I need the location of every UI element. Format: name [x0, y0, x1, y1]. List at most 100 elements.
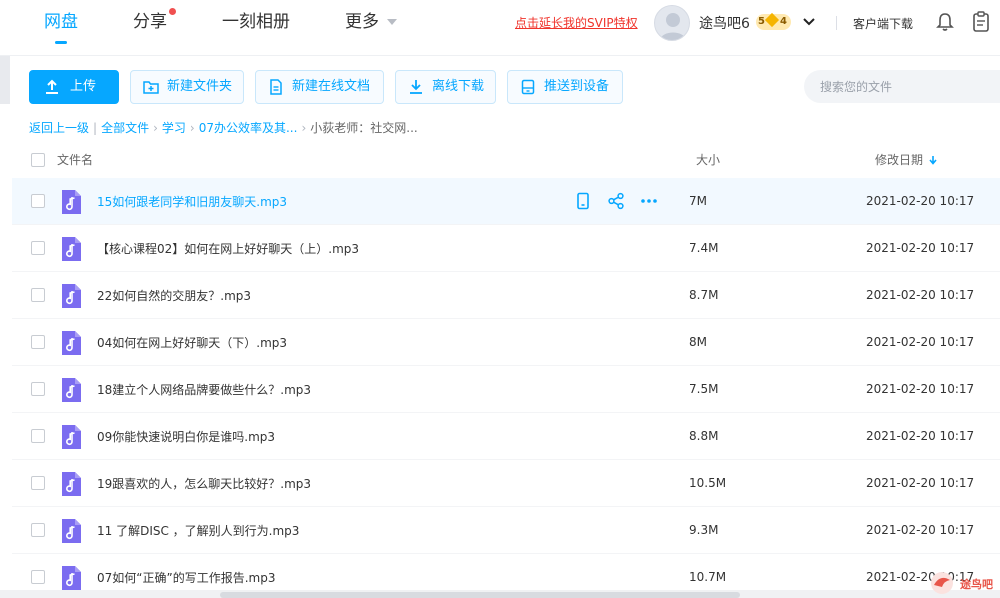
file-date: 2021-02-20 10:17: [866, 335, 975, 349]
notification-dot: [169, 8, 176, 15]
breadcrumb-study[interactable]: 学习: [162, 121, 186, 135]
table-row[interactable]: 22如何自然的交朋友？.mp3 8.7M 2021-02-20 10:17: [12, 272, 1000, 319]
file-name[interactable]: 15如何跟老同学和旧朋友聊天.mp3: [97, 193, 287, 210]
table-header: 文件名 大小 修改日期: [12, 140, 1000, 178]
column-header-name[interactable]: 文件名: [57, 151, 93, 168]
file-name[interactable]: 22如何自然的交朋友？.mp3: [97, 287, 251, 304]
file-size: 8.8M: [689, 429, 719, 443]
file-size: 7.5M: [689, 382, 719, 396]
audio-file-icon: [62, 566, 81, 590]
file-size: 9.3M: [689, 523, 719, 537]
row-checkbox[interactable]: [31, 382, 45, 396]
breadcrumb-back[interactable]: 返回上一级: [29, 121, 89, 135]
breadcrumb-current: 小荻老师：社交网...: [310, 121, 418, 135]
file-date: 2021-02-20 10:17: [866, 241, 975, 255]
breadcrumb: 返回上一级 | 全部文件 › 学习 › 07办公效率及其... › 小荻老师：社交网...: [29, 119, 418, 136]
gem-icon: [764, 12, 780, 28]
upload-label: 上传: [70, 79, 97, 94]
vip-level: 5: [758, 16, 765, 27]
file-name[interactable]: 04如何在网上好好聊天（下）.mp3: [97, 334, 287, 351]
push-device-icon[interactable]: [574, 192, 592, 210]
breadcrumb-divider: ›: [153, 121, 158, 135]
horizontal-scrollbar-thumb[interactable]: [220, 592, 740, 598]
row-checkbox[interactable]: [31, 241, 45, 255]
row-checkbox[interactable]: [31, 523, 45, 537]
file-size: 7.4M: [689, 241, 719, 255]
tab-more[interactable]: 更多: [345, 10, 397, 44]
file-size: 8.7M: [689, 288, 719, 302]
breadcrumb-all-files[interactable]: 全部文件: [101, 121, 149, 135]
table-row[interactable]: 19跟喜欢的人，怎么聊天比较好？.mp3 10.5M 2021-02-20 10…: [12, 460, 1000, 507]
audio-file-icon: [62, 190, 81, 214]
tab-more-label: 更多: [345, 12, 379, 32]
offline-download-button[interactable]: 离线下载: [395, 70, 496, 104]
file-date: 2021-02-20 10:17: [866, 288, 975, 302]
file-name[interactable]: 11 了解DISC ，了解别人到行为.mp3: [97, 522, 299, 539]
file-name[interactable]: 09你能快速说明白你是谁吗.mp3: [97, 428, 275, 445]
file-date: 2021-02-20 10:17: [866, 523, 975, 537]
column-header-size[interactable]: 大小: [696, 151, 720, 168]
table-row[interactable]: 18建立个人网络品牌要做些什么？.mp3 7.5M 2021-02-20 10:…: [12, 366, 1000, 413]
tab-album[interactable]: 一刻相册: [222, 10, 290, 44]
file-date: 2021-02-20 10:17: [866, 476, 975, 490]
column-header-date-label: 修改日期: [875, 153, 924, 167]
audio-file-icon: [62, 284, 81, 308]
file-name[interactable]: 【核心课程02】如何在网上好好聊天（上）.mp3: [97, 240, 359, 257]
document-icon: [270, 79, 282, 95]
watermark-text: 途鸟吧: [960, 578, 993, 591]
column-header-date[interactable]: 修改日期: [875, 151, 938, 168]
file-date: 2021-02-20 10:17: [866, 194, 975, 208]
table-row[interactable]: 09你能快速说明白你是谁吗.mp3 8.8M 2021-02-20 10:17: [12, 413, 1000, 460]
table-row[interactable]: 【核心课程02】如何在网上好好聊天（上）.mp3 7.4M 2021-02-20…: [12, 225, 1000, 272]
tab-netdisk[interactable]: 网盘: [44, 10, 78, 44]
table-row[interactable]: 15如何跟老同学和旧朋友聊天.mp3 7M 2021-02-20 10:17: [12, 178, 1000, 225]
file-size: 8M: [689, 335, 707, 349]
tab-share-label: 分享: [133, 12, 167, 32]
new-online-doc-label: 新建在线文档: [292, 79, 371, 94]
row-checkbox[interactable]: [31, 194, 45, 208]
more-icon[interactable]: [640, 192, 658, 210]
share-icon[interactable]: [607, 192, 625, 210]
new-folder-button[interactable]: 新建文件夹: [130, 70, 244, 104]
vip-level-sub: 4: [779, 16, 787, 27]
row-checkbox[interactable]: [31, 476, 45, 490]
bell-icon[interactable]: [936, 12, 954, 32]
file-list: 15如何跟老同学和旧朋友聊天.mp3 7M 2021-02-20 10:17 【…: [12, 178, 1000, 594]
file-name[interactable]: 18建立个人网络品牌要做些什么？.mp3: [97, 381, 311, 398]
svip-renew-link[interactable]: 点击延长我的SVIP特权: [515, 14, 638, 31]
push-to-device-label: 推送到设备: [544, 79, 610, 94]
new-online-doc-button[interactable]: 新建在线文档: [255, 70, 384, 104]
caret-down-icon: [387, 19, 397, 25]
search-input[interactable]: [804, 70, 1000, 103]
vip-level-badge: 54: [756, 12, 791, 30]
file-size: 10.5M: [689, 476, 727, 490]
upload-icon: [46, 79, 58, 94]
breadcrumb-divider: |: [93, 121, 98, 135]
table-row[interactable]: 04如何在网上好好聊天（下）.mp3 8M 2021-02-20 10:17: [12, 319, 1000, 366]
avatar[interactable]: [654, 5, 690, 41]
push-to-device-button[interactable]: 推送到设备: [507, 70, 623, 104]
breadcrumb-office[interactable]: 07办公效率及其...: [199, 121, 298, 135]
chevron-down-icon[interactable]: [801, 14, 817, 30]
sort-down-icon: [929, 156, 937, 165]
clipboard-icon[interactable]: [972, 11, 990, 32]
client-download-link[interactable]: 客户端下载: [853, 15, 913, 32]
file-name[interactable]: 19跟喜欢的人，怎么聊天比较好？.mp3: [97, 475, 311, 492]
audio-file-icon: [62, 425, 81, 449]
select-all-checkbox[interactable]: [31, 153, 45, 167]
upload-button[interactable]: 上传: [29, 70, 119, 104]
row-checkbox[interactable]: [31, 429, 45, 443]
file-name[interactable]: 07如何“正确”的写工作报告.mp3: [97, 569, 275, 586]
audio-file-icon: [62, 237, 81, 261]
file-size: 10.7M: [689, 570, 727, 584]
table-row[interactable]: 11 了解DISC ，了解别人到行为.mp3 9.3M 2021-02-20 1…: [12, 507, 1000, 554]
audio-file-icon: [62, 378, 81, 402]
breadcrumb-divider: ›: [189, 121, 195, 135]
tab-share[interactable]: 分享: [133, 8, 176, 44]
username[interactable]: 途鸟吧6: [699, 13, 750, 33]
table-row[interactable]: 07如何“正确”的写工作报告.mp3 10.7M 2021-02-20 10:1…: [12, 554, 1000, 594]
top-nav-bar: 网盘 分享 一刻相册 更多 点击延长我的SVIP特权 途鸟吧6 54 客户端下载: [0, 0, 1000, 56]
row-checkbox[interactable]: [31, 335, 45, 349]
row-checkbox[interactable]: [31, 570, 45, 584]
row-checkbox[interactable]: [31, 288, 45, 302]
